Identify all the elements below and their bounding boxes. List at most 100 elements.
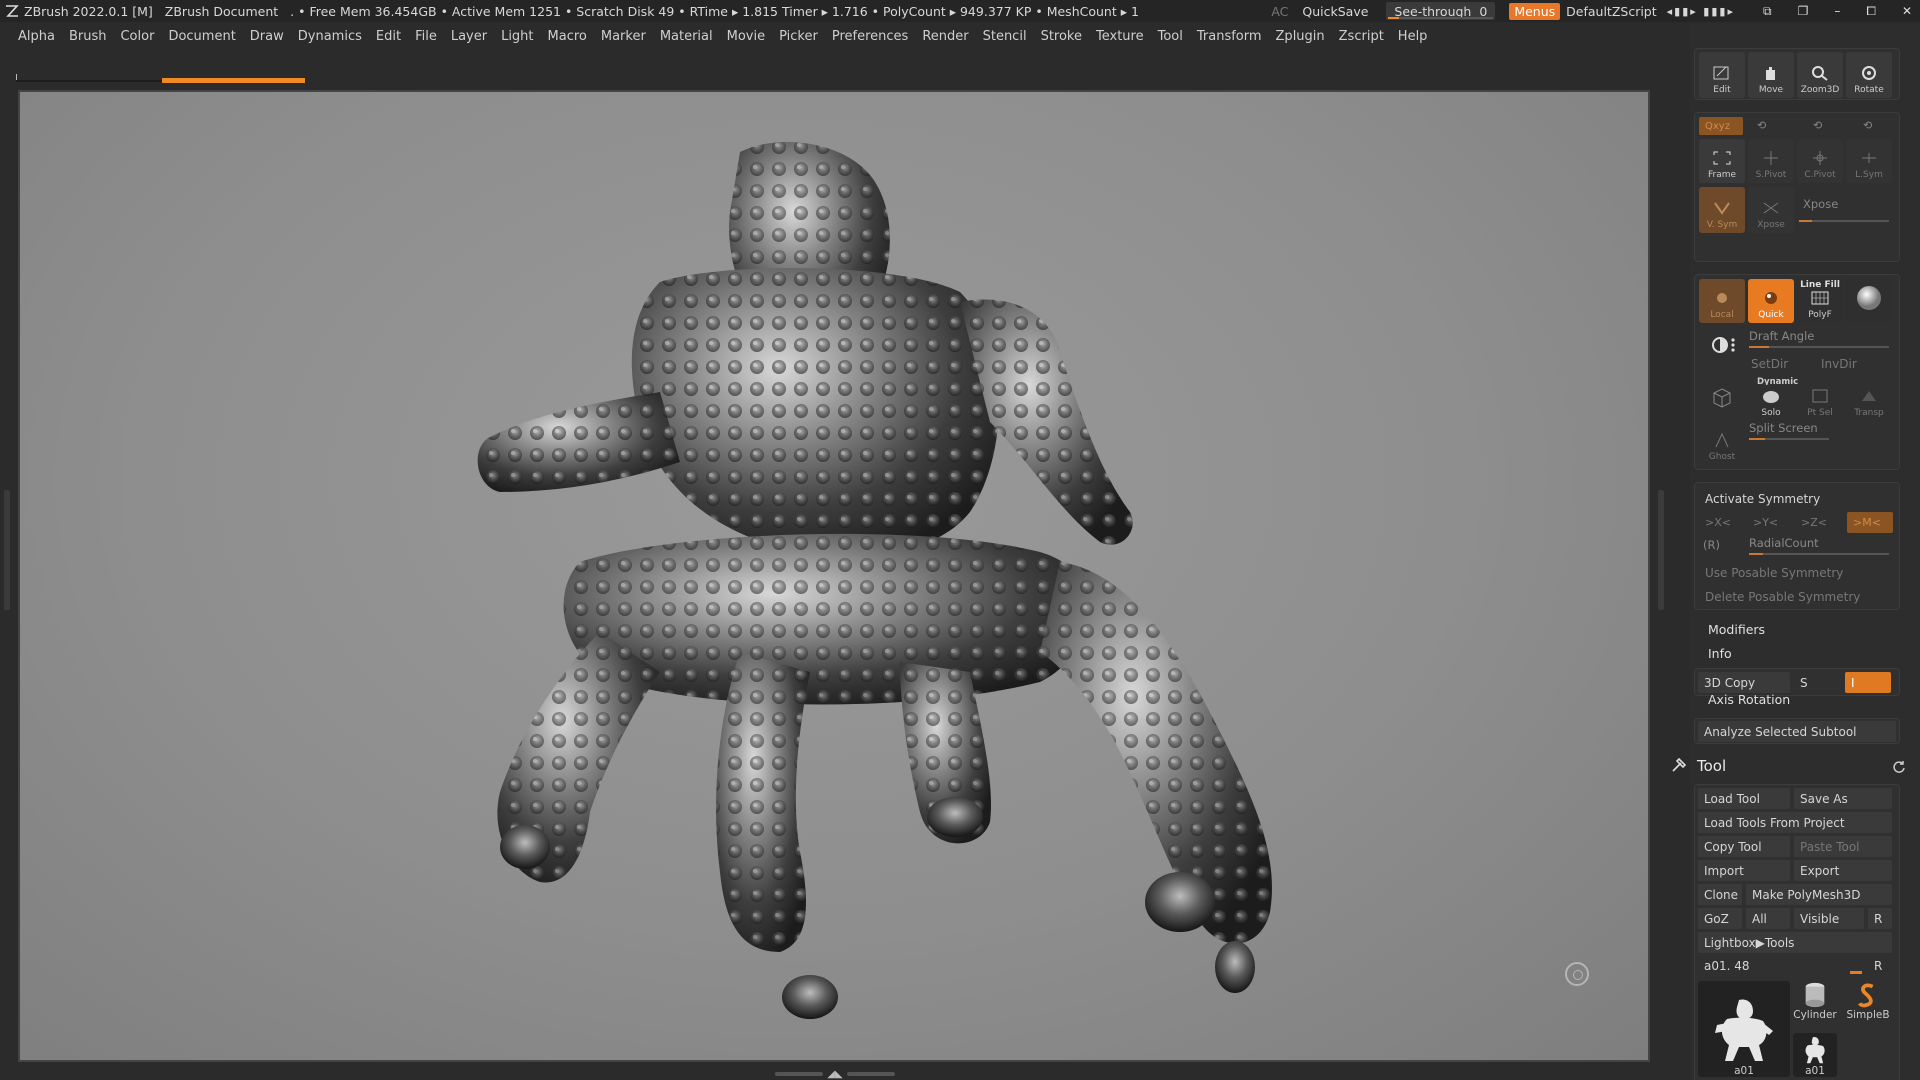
see-through-slider[interactable]: See-through 0	[1386, 2, 1496, 20]
menu-tool[interactable]: Tool	[1158, 29, 1183, 44]
menu-light[interactable]: Light	[501, 29, 533, 44]
menu-dynamics[interactable]: Dynamics	[298, 29, 362, 44]
menu-edit[interactable]: Edit	[376, 29, 401, 44]
tool-r-button[interactable]: R	[1868, 955, 1892, 976]
goz-all-button[interactable]: All	[1746, 908, 1790, 929]
radial-count-slider[interactable]	[1749, 553, 1889, 555]
axis-y-icon[interactable]: ⟲	[1757, 119, 1766, 132]
goz-button[interactable]: GoZ	[1698, 908, 1742, 929]
menu-transform[interactable]: Transform	[1197, 29, 1262, 44]
menu-color[interactable]: Color	[120, 29, 154, 44]
menu-help[interactable]: Help	[1398, 29, 1428, 44]
axis-rotation-section[interactable]: Axis Rotation	[1708, 692, 1790, 707]
split-screen-slider[interactable]	[1749, 438, 1829, 440]
draft-icon[interactable]	[1711, 335, 1737, 355]
use-posable-symmetry-button[interactable]: Use Posable Symmetry	[1699, 562, 1895, 583]
modifiers-section[interactable]: Modifiers	[1708, 622, 1765, 637]
default-zscript-button[interactable]: DefaultZScript	[1566, 4, 1657, 19]
tool-palette-title[interactable]: Tool	[1697, 757, 1726, 775]
canvas-viewport[interactable]	[18, 90, 1650, 1062]
load-tool-button[interactable]: Load Tool	[1698, 788, 1790, 809]
radial-r-button[interactable]: (R)	[1703, 538, 1720, 552]
refresh-icon[interactable]	[1892, 760, 1906, 774]
lightbox-tools-button[interactable]: Lightbox▶Tools	[1698, 932, 1892, 953]
info-section[interactable]: Info	[1708, 646, 1732, 661]
quicksave-button[interactable]: QuickSave	[1302, 4, 1368, 19]
ptsel-button[interactable]: Pt Sel	[1797, 385, 1843, 421]
tool-thumb-cylinder[interactable]: Cylinder	[1793, 981, 1837, 1021]
sym-z-button[interactable]: >Z<	[1795, 512, 1839, 533]
minimize-icon[interactable]: –	[1834, 4, 1840, 19]
save-as-button[interactable]: Save As	[1794, 788, 1892, 809]
navigation-gizmo-icon[interactable]	[1565, 962, 1589, 986]
restore-icon[interactable]: ⧠	[1866, 4, 1876, 19]
analyze-subtool-button[interactable]: Analyze Selected Subtool	[1698, 721, 1896, 742]
copy3d-s-button[interactable]: S	[1794, 672, 1842, 693]
edit-button[interactable]: Edit	[1699, 52, 1745, 98]
import-button[interactable]: Import	[1698, 860, 1790, 881]
current-tool-slider[interactable]: a01. 48	[1698, 955, 1864, 976]
sym-x-button[interactable]: >X<	[1699, 512, 1743, 533]
ghost-button[interactable]: Ghost	[1699, 425, 1745, 465]
right-tray-handle[interactable]	[1658, 490, 1664, 610]
menu-file[interactable]: File	[415, 29, 437, 44]
copy-tool-button[interactable]: Copy Tool	[1698, 836, 1790, 857]
goz-r-button[interactable]: R	[1868, 908, 1892, 929]
clone-button[interactable]: Clone	[1698, 884, 1742, 905]
transp-button[interactable]: Transp	[1846, 385, 1892, 421]
copy3d-button[interactable]: 3D Copy	[1698, 672, 1790, 693]
menu-alpha[interactable]: Alpha	[18, 29, 55, 44]
goz-visible-button[interactable]: Visible	[1794, 908, 1864, 929]
xpose-slider[interactable]	[1799, 220, 1889, 222]
frame-button[interactable]: Frame	[1699, 139, 1745, 183]
activate-symmetry-button[interactable]: Activate Symmetry	[1699, 488, 1895, 509]
sym-m-button[interactable]: >M<	[1847, 512, 1893, 533]
move-button[interactable]: Move	[1748, 52, 1794, 98]
copy3d-i-button[interactable]: I	[1845, 672, 1891, 693]
menu-layer[interactable]: Layer	[451, 29, 487, 44]
draft-angle-slider[interactable]	[1749, 346, 1889, 348]
quick-render-button[interactable]: Quick	[1748, 279, 1794, 323]
local-button[interactable]: Local	[1699, 279, 1745, 323]
close-icon[interactable]: ✕	[1902, 4, 1912, 19]
tool-thumb-simpleb[interactable]: SimpleB	[1843, 981, 1893, 1021]
menus-toggle-button[interactable]: Menus	[1509, 2, 1561, 20]
spivot-button[interactable]: S.Pivot	[1748, 139, 1794, 183]
menu-document[interactable]: Document	[168, 29, 235, 44]
delete-posable-symmetry-button[interactable]: Delete Posable Symmetry	[1699, 586, 1895, 607]
invdir-button[interactable]: InvDir	[1815, 353, 1889, 374]
solo-button[interactable]: Solo	[1748, 385, 1794, 421]
tool-thumb-a01-small[interactable]: a01	[1793, 1033, 1837, 1077]
tool-thumb-a01[interactable]: a01	[1698, 981, 1790, 1077]
menu-movie[interactable]: Movie	[727, 29, 765, 44]
vsym-button[interactable]: V. Sym	[1699, 187, 1745, 233]
cube-icon[interactable]	[1711, 387, 1733, 409]
polyf-button[interactable]: Line Fill PolyF	[1797, 279, 1843, 323]
menu-draw[interactable]: Draw	[250, 29, 284, 44]
menu-marker[interactable]: Marker	[601, 29, 646, 44]
menu-stencil[interactable]: Stencil	[983, 29, 1027, 44]
menu-picker[interactable]: Picker	[779, 29, 818, 44]
axis-x-icon[interactable]: ⟲	[1863, 119, 1872, 132]
rotate-button[interactable]: Rotate	[1846, 52, 1892, 98]
menu-texture[interactable]: Texture	[1096, 29, 1144, 44]
menu-zplugin[interactable]: Zplugin	[1276, 29, 1325, 44]
lsym-button[interactable]: L.Sym	[1846, 139, 1892, 183]
sym-y-button[interactable]: >Y<	[1747, 512, 1791, 533]
zoom3d-button[interactable]: Zoom3D	[1797, 52, 1843, 98]
menu-preferences[interactable]: Preferences	[832, 29, 908, 44]
export-button[interactable]: Export	[1794, 860, 1892, 881]
menu-zscript[interactable]: Zscript	[1339, 29, 1384, 44]
window-icon[interactable]: ❐	[1798, 4, 1809, 19]
left-tray-handle[interactable]	[4, 490, 10, 610]
menu-brush[interactable]: Brush	[69, 29, 107, 44]
xpose-button[interactable]: Xpose	[1748, 187, 1794, 233]
xyz-axis-button[interactable]: Qxyz	[1699, 117, 1743, 135]
paste-tool-button[interactable]: Paste Tool	[1794, 836, 1892, 857]
setdir-button[interactable]: SetDir	[1745, 353, 1811, 374]
menu-material[interactable]: Material	[660, 29, 713, 44]
bottom-tray-handle[interactable]: ◢◣	[770, 1069, 900, 1080]
menu-stroke[interactable]: Stroke	[1041, 29, 1082, 44]
layout-icon[interactable]: ⧉	[1763, 4, 1772, 19]
palette-layout-icons[interactable]: ◂▮▮▸ ▮▮▮▸	[1667, 5, 1735, 18]
